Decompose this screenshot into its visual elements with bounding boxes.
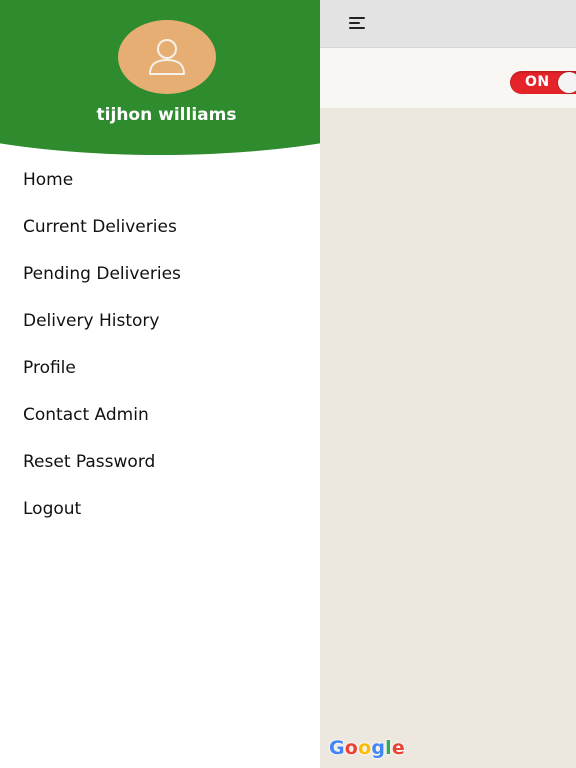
google-logo-letter: g <box>371 737 386 759</box>
menu-item-contact-admin[interactable]: Contact Admin <box>0 392 320 439</box>
menu-item-current-deliveries[interactable]: Current Deliveries <box>0 204 320 251</box>
drawer-menu: Home Current Deliveries Pending Deliveri… <box>0 157 320 533</box>
google-logo-letter: G <box>329 737 345 759</box>
navigation-drawer: tijhon williams Home Current Deliveries … <box>0 0 320 768</box>
google-logo-letter: o <box>344 737 359 759</box>
app-screen: ON Google tijhon williams Home Current D… <box>0 0 576 768</box>
user-placeholder-icon <box>149 39 185 75</box>
hamburger-menu-icon[interactable] <box>346 13 368 33</box>
availability-toggle[interactable]: ON <box>510 71 576 94</box>
menu-item-pending-deliveries[interactable]: Pending Deliveries <box>0 251 320 298</box>
menu-item-delivery-history[interactable]: Delivery History <box>0 298 320 345</box>
avatar[interactable] <box>118 20 216 94</box>
google-logo: Google <box>329 737 405 759</box>
toggle-knob <box>558 72 576 93</box>
menu-item-profile[interactable]: Profile <box>0 345 320 392</box>
user-name: tijhon williams <box>96 105 237 125</box>
google-logo-letter: o <box>358 737 372 759</box>
google-logo-letter: l <box>385 737 392 759</box>
toggle-label: ON <box>525 74 550 90</box>
menu-item-home[interactable]: Home <box>0 157 320 204</box>
menu-item-logout[interactable]: Logout <box>0 486 320 533</box>
menu-item-reset-password[interactable]: Reset Password <box>0 439 320 486</box>
google-logo-letter: e <box>391 737 405 759</box>
